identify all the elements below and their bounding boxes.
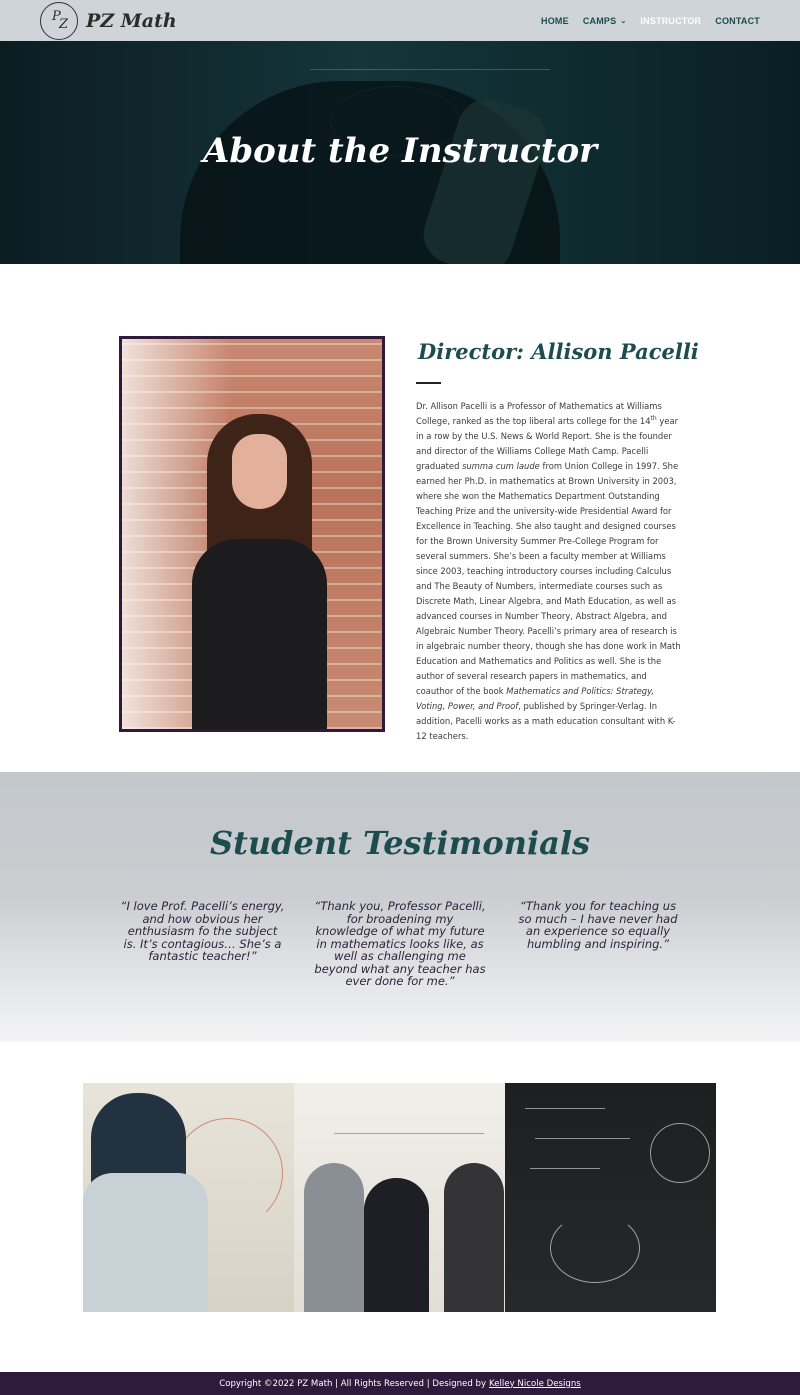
student-figure-1 [304, 1163, 364, 1312]
testimonial-quote-2: “Thank you, Professor Pacelli, for broad… [314, 899, 486, 988]
gallery-photo-chalkboard [505, 1083, 716, 1312]
student-shirt [83, 1173, 208, 1312]
testimonials-heading: Student Testimonials [209, 824, 591, 862]
nav-contact[interactable]: CONTACT [715, 16, 760, 26]
nav-home[interactable]: HOME [541, 16, 569, 26]
about-section: Director: Allison Pacelli Dr. Allison Pa… [0, 264, 800, 772]
footer-copyright: Copyright ©2022 PZ Math | All Rights Res… [219, 1378, 487, 1389]
logo[interactable]: P Z PZ Math [40, 1, 177, 41]
portrait-body [192, 539, 327, 729]
nav-contact-label: CONTACT [715, 15, 760, 26]
logo-mark-z: Z [59, 17, 69, 32]
testimonials-section: Student Testimonials “I love Prof. Pacel… [0, 772, 800, 1042]
nav-camps-label: CAMPS [582, 15, 617, 26]
photo-gallery [83, 1083, 717, 1312]
chalk-line [535, 1138, 630, 1139]
chalk-wave [550, 1213, 640, 1283]
page-title: About the Instructor [202, 131, 598, 171]
student-figure-2 [364, 1178, 429, 1312]
gallery-photo-whiteboard-student [83, 1083, 294, 1312]
nav-home-label: HOME [541, 15, 569, 26]
hero-banner: About the Instructor [0, 41, 800, 264]
bio-latin-honor: summa cum laude [462, 461, 540, 471]
nav-camps[interactable]: CAMPS ⌄ [583, 16, 627, 26]
whiteboard-axis [334, 1133, 484, 1134]
bio-text-1: Dr. Allison Pacelli is a Professor of Ma… [416, 401, 662, 426]
portrait-face [232, 434, 287, 509]
director-heading: Director: Allison Pacelli [418, 339, 699, 364]
instructor-portrait [119, 336, 385, 732]
site-header: P Z PZ Math HOME CAMPS ⌄ INSTRUCTOR CONTA… [0, 0, 800, 41]
hero-chalk-line [310, 69, 550, 70]
chevron-down-icon: ⌄ [620, 17, 627, 25]
testimonial-quote-3: “Thank you for teaching us so much – I h… [518, 899, 678, 951]
main-nav: HOME CAMPS ⌄ INSTRUCTOR CONTACT [541, 0, 760, 41]
gallery-photo-students-group [294, 1083, 505, 1312]
logo-mark: P Z [40, 2, 78, 40]
heading-divider [416, 382, 441, 384]
logo-text: PZ Math [86, 10, 177, 32]
testimonial-quote-1: “I love Prof. Pacelli’s energy, and how … [120, 899, 285, 963]
nav-instructor[interactable]: INSTRUCTOR [640, 16, 701, 26]
chalk-circle [650, 1123, 710, 1183]
student-figure-3 [444, 1163, 504, 1312]
footer-designer-link[interactable]: Kelley Nicole Designs [489, 1379, 581, 1389]
site-footer: Copyright ©2022 PZ Math | All Rights Res… [0, 1372, 800, 1395]
chalk-line [530, 1168, 600, 1169]
director-bio: Dr. Allison Pacelli is a Professor of Ma… [416, 399, 684, 744]
bio-text-3: from Union College in 1997. She earned h… [416, 461, 681, 696]
chalk-line [525, 1108, 605, 1109]
nav-instructor-label: INSTRUCTOR [640, 15, 702, 26]
